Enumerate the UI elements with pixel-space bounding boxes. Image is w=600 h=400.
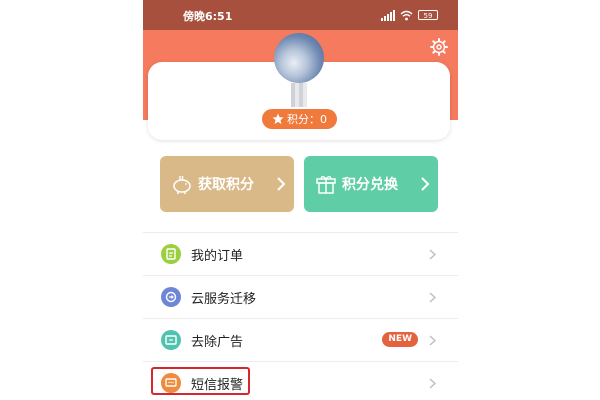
gift-box-icon xyxy=(316,176,336,194)
status-time: 傍晚6:51 xyxy=(183,10,233,23)
signal-icon xyxy=(381,9,395,21)
order-icon xyxy=(161,244,181,264)
chevron-right-icon xyxy=(277,177,286,191)
exchange-points-label: 积分兑换 xyxy=(342,177,398,193)
menu-item-label: 云服务迁移 xyxy=(191,292,257,307)
battery-icon: 59 xyxy=(418,10,438,20)
avatar[interactable] xyxy=(274,33,324,83)
menu-item-remove-ads[interactable]: 去除广告 NEW xyxy=(143,318,458,361)
points-label: 积分：0 xyxy=(287,113,327,126)
menu-list: 我的订单 云服务迁移 去除广告 NEW 短信报警 xyxy=(143,232,458,400)
exchange-points-button[interactable]: 积分兑换 xyxy=(304,156,438,212)
new-badge: NEW xyxy=(382,332,418,347)
chevron-right-icon xyxy=(421,177,430,191)
settings-gear-icon[interactable] xyxy=(430,38,448,56)
get-points-button[interactable]: 获取积分 xyxy=(160,156,294,212)
piggy-bank-icon xyxy=(173,176,191,194)
wifi-icon xyxy=(400,10,413,20)
get-points-label: 获取积分 xyxy=(198,177,254,193)
chevron-right-icon xyxy=(429,249,436,260)
chevron-right-icon xyxy=(429,335,436,346)
chevron-right-icon xyxy=(429,292,436,303)
chevron-right-icon xyxy=(429,378,436,389)
username-blurred xyxy=(291,83,307,107)
menu-item-my-orders[interactable]: 我的订单 xyxy=(143,232,458,275)
remove-ads-icon xyxy=(161,330,181,350)
star-icon xyxy=(272,113,284,124)
status-bar: 傍晚6:51 59 xyxy=(143,0,458,30)
menu-item-label: 去除广告 xyxy=(191,335,244,350)
menu-item-cloud-migration[interactable]: 云服务迁移 xyxy=(143,275,458,318)
points-badge[interactable]: 积分：0 xyxy=(262,109,337,129)
highlight-annotation-box xyxy=(151,367,250,395)
cloud-migrate-icon xyxy=(161,287,181,307)
status-icons: 59 xyxy=(381,8,438,22)
app-screen: 傍晚6:51 59 积分：0 获取积分 积分兑换 我的订单 云服务迁移 去除广告… xyxy=(143,0,458,400)
menu-item-label: 我的订单 xyxy=(191,249,244,264)
